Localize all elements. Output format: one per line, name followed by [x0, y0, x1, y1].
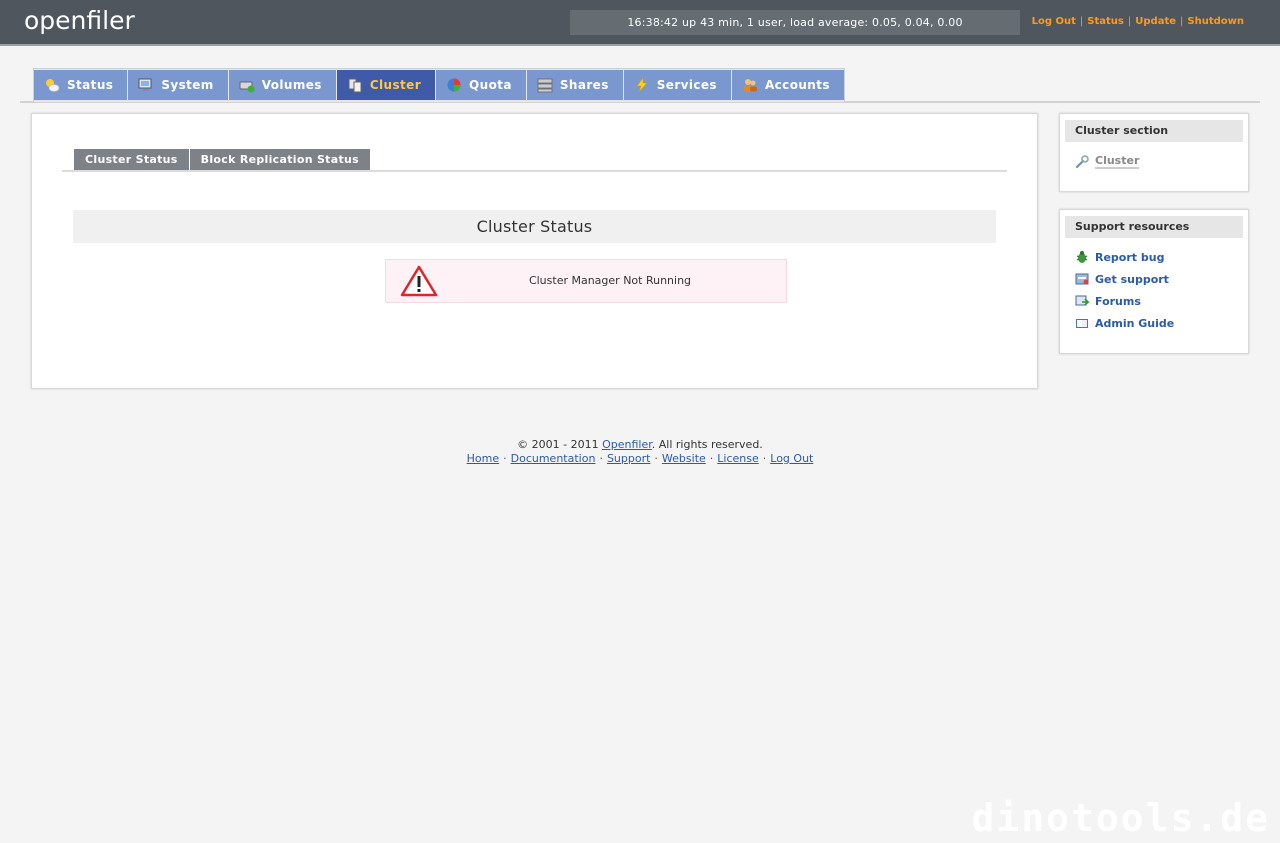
alert-message: Cluster Manager Not Running — [528, 274, 692, 287]
footer-link-logout[interactable]: Log Out — [770, 452, 813, 465]
wrench-icon — [1075, 154, 1089, 168]
sub-tabs: Cluster Status Block Replication Status — [74, 149, 371, 170]
pie-icon — [447, 78, 461, 92]
support-icon — [1075, 273, 1089, 285]
page-footer: © 2001 - 2011 Openfiler. All rights rese… — [0, 438, 1280, 466]
computer-icon — [138, 78, 152, 91]
footer-separator: · — [654, 452, 658, 465]
main-content-panel: Cluster Status Block Replication Status … — [31, 113, 1038, 389]
footer-link-support[interactable]: Support — [607, 452, 650, 465]
forums-icon — [1075, 295, 1089, 306]
cluster-section-title: Cluster section — [1065, 120, 1243, 142]
cluster-icon — [348, 78, 362, 93]
cluster-section-box: Cluster section Cluster — [1059, 113, 1249, 192]
footer-link-home[interactable]: Home — [467, 452, 499, 465]
link-separator: | — [1127, 16, 1132, 27]
copyright-suffix: . All rights reserved. — [651, 438, 763, 451]
sidebar-item-admin-guide[interactable]: Admin Guide — [1075, 316, 1174, 330]
tab-volumes[interactable]: Volumes — [228, 70, 336, 100]
subtab-block-replication-status[interactable]: Block Replication Status — [189, 149, 370, 170]
shutdown-link[interactable]: Shutdown — [1187, 16, 1244, 27]
subtab-divider — [62, 170, 1007, 172]
footer-link-documentation[interactable]: Documentation — [511, 452, 596, 465]
footer-link-license[interactable]: License — [717, 452, 758, 465]
footer-separator: · — [599, 452, 603, 465]
footer-separator: · — [503, 452, 507, 465]
support-resources-box: Support resources Report bug Get support… — [1059, 209, 1249, 354]
copyright-line: © 2001 - 2011 Openfiler. All rights rese… — [0, 438, 1280, 452]
openfiler-link[interactable]: Openfiler — [602, 438, 652, 451]
lightning-icon — [636, 77, 648, 93]
section-title: Cluster Status — [73, 210, 996, 243]
tab-services[interactable]: Services — [623, 70, 731, 100]
link-separator: | — [1079, 16, 1084, 27]
tab-status[interactable]: Status — [34, 70, 128, 100]
sidebar-item-label: Forums — [1095, 294, 1141, 308]
sidebar-item-cluster[interactable]: Cluster — [1075, 154, 1140, 169]
tab-accounts[interactable]: Accounts — [731, 70, 844, 100]
tab-quota[interactable]: Quota — [436, 70, 526, 100]
sidebar-item-label: Admin Guide — [1095, 316, 1175, 330]
tab-label: System — [161, 78, 214, 92]
status-link[interactable]: Status — [1087, 16, 1124, 27]
server-icon — [537, 78, 553, 93]
main-tab-bar: Status System Volumes Cluster Quota Shar… — [20, 68, 1260, 103]
uptime-status: 16:38:42 up 43 min, 1 user, load average… — [570, 10, 1020, 35]
logout-link[interactable]: Log Out — [1032, 16, 1076, 27]
book-icon — [1076, 319, 1088, 328]
footer-link-website[interactable]: Website — [662, 452, 706, 465]
tab-label: Accounts — [764, 78, 830, 92]
sidebar-item-report-bug[interactable]: Report bug — [1075, 250, 1164, 264]
warning-icon — [400, 265, 438, 297]
tab-label: Services — [656, 78, 717, 92]
tab-label: Cluster — [369, 78, 422, 92]
watermark: dinotools.de — [971, 796, 1270, 840]
sidebar-item-label: Get support — [1095, 272, 1169, 286]
tab-label: Shares — [559, 78, 609, 92]
top-links: Log Out | Status | Update | Shutdown — [1032, 15, 1244, 29]
weather-icon — [46, 79, 60, 92]
copyright-prefix: © 2001 - 2011 — [517, 438, 603, 451]
sidebar-item-forums[interactable]: Forums — [1075, 294, 1141, 308]
footer-links: Home · Documentation · Support · Website · Licen… — [0, 452, 1280, 466]
tab-label: Status — [67, 78, 114, 92]
tab-label: Volumes — [261, 78, 322, 92]
top-header: openfiler 16:38:42 up 43 min, 1 user, lo… — [0, 0, 1280, 46]
footer-separator: · — [709, 452, 714, 465]
users-icon — [743, 79, 757, 92]
footer-separator: · — [762, 452, 767, 465]
tab-label: Quota — [469, 78, 512, 92]
main-tabs: Status System Volumes Cluster Quota Shar… — [33, 68, 845, 102]
sidebar-item-label: Cluster — [1095, 154, 1140, 169]
sidebar-item-label: Report bug — [1095, 250, 1165, 264]
subtab-cluster-status[interactable]: Cluster Status — [74, 149, 189, 170]
bug-icon — [1076, 251, 1088, 263]
openfiler-logo[interactable]: openfiler — [24, 6, 135, 36]
tab-shares[interactable]: Shares — [526, 70, 623, 100]
disk-icon — [239, 81, 255, 93]
tab-cluster[interactable]: Cluster — [336, 70, 436, 100]
sidebar-item-get-support[interactable]: Get support — [1075, 272, 1169, 286]
alert-box: Cluster Manager Not Running — [385, 259, 787, 303]
link-separator: | — [1180, 16, 1184, 27]
tab-system[interactable]: System — [128, 70, 228, 100]
update-link[interactable]: Update — [1135, 16, 1176, 27]
support-resources-title: Support resources — [1065, 216, 1243, 238]
